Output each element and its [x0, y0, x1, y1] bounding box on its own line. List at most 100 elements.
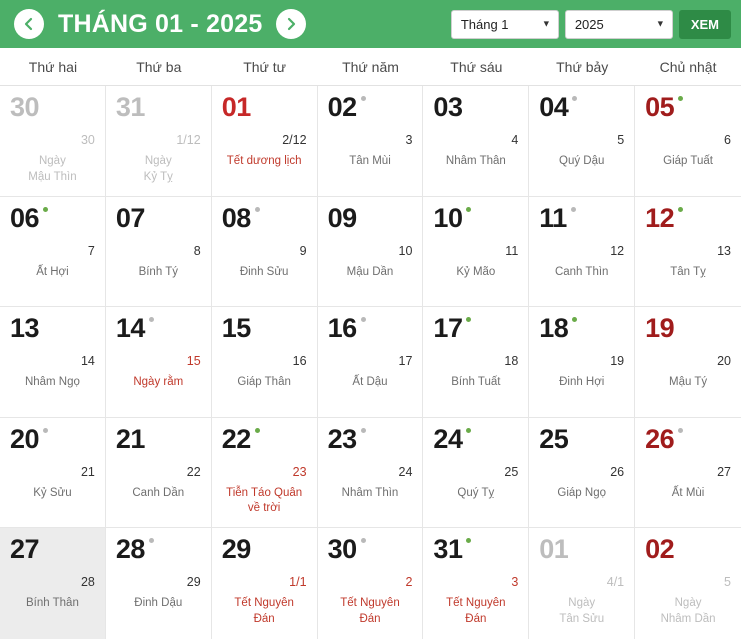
day-cell[interactable]: 08 9 Đinh Sửu	[211, 196, 318, 307]
good-day-dot-icon	[43, 538, 48, 543]
day-number-row: 13	[10, 315, 95, 345]
weekday-label-5: Thứ bảy	[556, 58, 609, 75]
day-cell[interactable]: 18 19 Đinh Hợi	[529, 307, 636, 418]
day-number-row: 18	[539, 315, 624, 345]
lunar-date: 17	[398, 354, 413, 368]
lunar-date: 12	[610, 243, 625, 258]
day-number: 23	[327, 423, 358, 454]
day-number: 19	[645, 313, 675, 343]
day-cell[interactable]: 22 23 Tiễn Táo Quân về trời	[211, 417, 318, 528]
lunar-date: 1/12	[176, 133, 201, 147]
day-note: Quý Dậu	[559, 155, 605, 167]
day-number: 28	[115, 534, 146, 564]
day-cell[interactable]: 26 27 Ất Mùi	[635, 417, 741, 528]
day-note: Ngày rằm	[133, 376, 184, 388]
day-number: 11	[539, 202, 567, 233]
day-note: Tết Nguyên Đán	[340, 597, 400, 625]
lunar-date: 6	[724, 133, 731, 147]
day-cell[interactable]: 21 22 Canh Dần	[105, 417, 212, 528]
day-cell[interactable]: 29 1/1 Tết Nguyên Đán	[211, 528, 318, 639]
day-note: Đinh Hợi	[559, 376, 605, 388]
year-select[interactable]: 2025	[564, 9, 673, 39]
day-cell[interactable]: 31 1/12 Ngày Kỷ Tỵ	[105, 86, 212, 197]
weekday-label-2: Thứ tư	[243, 58, 287, 75]
day-number-row: 31	[116, 94, 201, 124]
day-cell[interactable]: 02 3 Tân Mùi	[317, 86, 424, 197]
day-cell[interactable]: 13 14 Nhâm Ngọ	[0, 307, 106, 418]
day-cell[interactable]: 25 26 Giáp Ngọ	[529, 417, 636, 528]
day-cell[interactable]: 17 18 Bính Tuất	[423, 307, 530, 418]
day-cell[interactable]: 11 12 Canh Thìn	[529, 196, 636, 307]
day-cell[interactable]: 20 21 Kỷ Sửu	[0, 417, 106, 528]
good-day-dot-icon	[148, 538, 154, 543]
day-cell[interactable]: 01 4/1 Ngày Tân Sửu	[529, 528, 636, 639]
day-note: Ất Dậu	[352, 376, 388, 388]
day-number-row: 19	[645, 315, 731, 345]
day-cell[interactable]: 10 11 Kỷ Mão	[423, 196, 530, 307]
day-number-row: 30	[328, 536, 413, 566]
chevron-left-icon	[24, 17, 33, 31]
day-note: Ngày Nhâm Dần	[660, 597, 716, 625]
day-cell[interactable]: 01 2/12 Tết dương lịch	[211, 86, 318, 197]
day-cell[interactable]: 28 29 Đinh Dậu	[105, 528, 212, 639]
day-number-row: 12	[645, 204, 731, 235]
day-number-row: 16	[328, 315, 413, 345]
day-note: Kỷ Sửu	[33, 486, 72, 499]
day-note: Ất Hợi	[36, 265, 69, 278]
day-cell[interactable]: 05 6 Giáp Tuất	[635, 86, 741, 197]
day-cell[interactable]: 06 7 Ất Hợi	[0, 196, 106, 307]
day-cell[interactable]: 31 3 Tết Nguyên Đán	[423, 528, 530, 639]
lunar-date: 2/12	[282, 133, 307, 147]
lunar-date: 11	[505, 243, 519, 258]
day-cell[interactable]: 04 5 Quý Dậu	[529, 86, 636, 197]
day-cell[interactable]: 12 13 Tân Tỵ	[635, 196, 741, 307]
day-number: 18	[539, 313, 569, 343]
day-number-row: 11	[539, 202, 624, 235]
day-cell[interactable]: 30 2 Tết Nguyên Đán	[317, 528, 424, 639]
day-number: 13	[10, 313, 40, 343]
day-number-row: 30	[10, 94, 95, 124]
lunar-date: 5	[724, 575, 731, 589]
good-day-dot-icon	[572, 428, 577, 433]
lunar-date: 30	[80, 133, 95, 147]
year-select-wrapper: 2025 ▼	[564, 9, 673, 39]
good-day-dot-icon	[149, 207, 154, 212]
day-note: Nhâm Thìn	[341, 486, 399, 499]
day-cell[interactable]: 07 8 Bính Tý	[105, 196, 212, 307]
day-number: 22	[221, 423, 252, 454]
prev-month-button[interactable]	[14, 9, 44, 39]
day-number: 01	[221, 92, 252, 122]
lunar-date: 24	[398, 464, 413, 479]
good-day-dot-icon	[572, 317, 578, 322]
day-number-row: 25	[539, 423, 624, 456]
day-cell[interactable]: 02 5 Ngày Nhâm Dần	[635, 528, 741, 639]
good-day-dot-icon	[149, 96, 154, 101]
view-button[interactable]: XEM	[678, 9, 731, 39]
day-note: Mậu Tý	[668, 376, 708, 388]
lunar-date: 2	[405, 575, 413, 589]
day-number: 27	[10, 534, 40, 564]
day-note: Giáp Ngọ	[557, 486, 606, 499]
day-cell[interactable]: 14 15 Ngày rằm	[105, 307, 212, 418]
day-cell[interactable]: 24 25 Quý Tỵ	[423, 417, 530, 528]
good-day-dot-icon	[466, 538, 472, 543]
day-cell[interactable]: 30 30 Ngày Mậu Thìn	[0, 86, 106, 197]
day-cell[interactable]: 27 28 Bính Thân	[0, 528, 106, 639]
month-select[interactable]: Tháng 1	[450, 9, 559, 39]
lunar-date: 4/1	[606, 575, 625, 589]
day-number-row: 31	[433, 536, 518, 566]
day-cell[interactable]: 09 10 Mậu Dần	[317, 196, 424, 307]
day-cell[interactable]: 19 20 Mậu Tý	[635, 307, 741, 418]
lunar-date: 26	[610, 464, 625, 479]
next-month-button[interactable]	[276, 9, 307, 39]
day-cell[interactable]: 03 4 Nhâm Thân	[423, 86, 530, 197]
day-cell[interactable]: 23 24 Nhâm Thìn	[317, 417, 424, 528]
day-number-row: 24	[433, 425, 518, 456]
good-day-dot-icon	[678, 538, 683, 543]
day-cell[interactable]: 16 17 Ất Dậu	[317, 307, 424, 418]
day-number: 25	[539, 423, 569, 454]
day-cell[interactable]: 15 16 Giáp Thân	[211, 307, 318, 418]
day-note: Tiễn Táo Quân về trời	[226, 486, 303, 515]
day-note: Nhâm Thân	[445, 155, 506, 167]
lunar-date: 14	[80, 354, 95, 368]
